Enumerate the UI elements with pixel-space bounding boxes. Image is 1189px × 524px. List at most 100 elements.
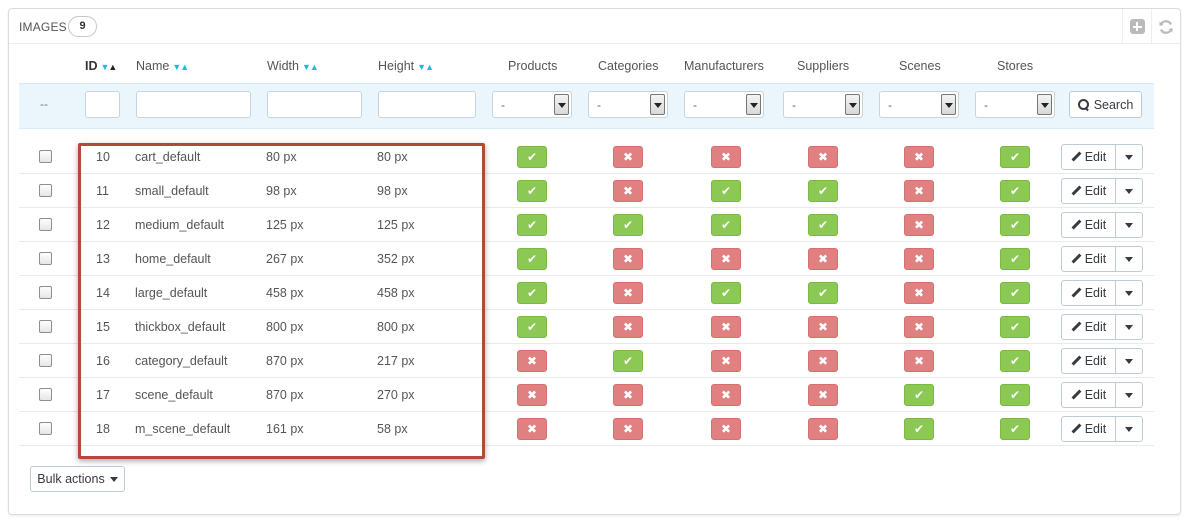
row-checkbox[interactable]	[39, 286, 52, 299]
status-scenes-toggle[interactable]: ✖	[904, 282, 934, 304]
row-actions-dropdown-button[interactable]	[1116, 213, 1142, 237]
status-products-toggle[interactable]: ✔	[517, 214, 547, 236]
status-manufacturers-toggle[interactable]: ✖	[711, 248, 741, 270]
status-categories-toggle[interactable]: ✖	[613, 248, 643, 270]
status-scenes-toggle[interactable]: ✔	[904, 384, 934, 406]
filter-width-input[interactable]	[267, 91, 362, 118]
row-checkbox[interactable]	[39, 218, 52, 231]
status-categories-toggle[interactable]: ✖	[613, 180, 643, 202]
filter-id-input[interactable]	[85, 91, 120, 118]
status-stores-toggle[interactable]: ✔	[1000, 146, 1030, 168]
status-scenes-toggle[interactable]: ✖	[904, 248, 934, 270]
status-manufacturers-toggle[interactable]: ✖	[711, 316, 741, 338]
filter-name-input[interactable]	[136, 91, 251, 118]
row-actions-dropdown-button[interactable]	[1116, 247, 1142, 271]
status-stores-toggle[interactable]: ✔	[1000, 418, 1030, 440]
status-suppliers-toggle[interactable]: ✔	[808, 180, 838, 202]
status-categories-toggle[interactable]: ✔	[613, 350, 643, 372]
filter-scenes-select[interactable]: -	[879, 91, 959, 118]
status-manufacturers-toggle[interactable]: ✖	[711, 384, 741, 406]
status-manufacturers-toggle[interactable]: ✔	[711, 180, 741, 202]
sort-desc-width-button[interactable]: ▼	[302, 62, 311, 72]
row-checkbox[interactable]	[39, 320, 52, 333]
edit-button[interactable]: Edit	[1062, 417, 1116, 441]
row-checkbox[interactable]	[39, 388, 52, 401]
status-products-toggle[interactable]: ✔	[517, 248, 547, 270]
refresh-button[interactable]	[1151, 9, 1180, 44]
status-categories-toggle[interactable]: ✖	[613, 146, 643, 168]
sort-asc-height-button[interactable]: ▲	[425, 62, 434, 72]
row-actions-dropdown-button[interactable]	[1116, 145, 1142, 169]
edit-button[interactable]: Edit	[1062, 383, 1116, 407]
filter-stores-select[interactable]: -	[975, 91, 1055, 118]
row-actions-dropdown-button[interactable]	[1116, 349, 1142, 373]
status-products-toggle[interactable]: ✔	[517, 282, 547, 304]
status-categories-toggle[interactable]: ✖	[613, 316, 643, 338]
status-products-toggle[interactable]: ✖	[517, 384, 547, 406]
status-categories-toggle[interactable]: ✔	[613, 214, 643, 236]
row-checkbox[interactable]	[39, 184, 52, 197]
sort-asc-name-button[interactable]: ▲	[180, 62, 189, 72]
row-checkbox[interactable]	[39, 354, 52, 367]
status-scenes-toggle[interactable]: ✔	[904, 418, 934, 440]
status-categories-toggle[interactable]: ✖	[613, 282, 643, 304]
row-checkbox[interactable]	[39, 252, 52, 265]
status-stores-toggle[interactable]: ✔	[1000, 282, 1030, 304]
status-suppliers-toggle[interactable]: ✔	[808, 214, 838, 236]
status-manufacturers-toggle[interactable]: ✔	[711, 282, 741, 304]
status-manufacturers-toggle[interactable]: ✔	[711, 214, 741, 236]
status-products-toggle[interactable]: ✔	[517, 180, 547, 202]
status-suppliers-toggle[interactable]: ✖	[808, 316, 838, 338]
status-manufacturers-toggle[interactable]: ✖	[711, 350, 741, 372]
filter-height-input[interactable]	[378, 91, 476, 118]
status-manufacturers-toggle[interactable]: ✖	[711, 146, 741, 168]
row-actions-dropdown-button[interactable]	[1116, 383, 1142, 407]
status-categories-toggle[interactable]: ✖	[613, 384, 643, 406]
filter-suppliers-select[interactable]: -	[783, 91, 863, 118]
edit-button[interactable]: Edit	[1062, 179, 1116, 203]
edit-button[interactable]: Edit	[1062, 349, 1116, 373]
add-new-button[interactable]	[1122, 9, 1151, 44]
row-checkbox[interactable]	[39, 422, 52, 435]
row-actions-dropdown-button[interactable]	[1116, 281, 1142, 305]
row-checkbox[interactable]	[39, 150, 52, 163]
edit-button[interactable]: Edit	[1062, 145, 1116, 169]
edit-button[interactable]: Edit	[1062, 281, 1116, 305]
status-stores-toggle[interactable]: ✔	[1000, 316, 1030, 338]
status-scenes-toggle[interactable]: ✖	[904, 146, 934, 168]
status-stores-toggle[interactable]: ✔	[1000, 248, 1030, 270]
status-categories-toggle[interactable]: ✖	[613, 418, 643, 440]
status-scenes-toggle[interactable]: ✖	[904, 316, 934, 338]
row-actions-dropdown-button[interactable]	[1116, 417, 1142, 441]
sort-asc-id-button[interactable]: ▲	[108, 62, 117, 72]
status-suppliers-toggle[interactable]: ✔	[808, 282, 838, 304]
filter-manufacturers-select[interactable]: -	[684, 91, 764, 118]
row-actions-dropdown-button[interactable]	[1116, 315, 1142, 339]
status-products-toggle[interactable]: ✔	[517, 146, 547, 168]
status-scenes-toggle[interactable]: ✖	[904, 350, 934, 372]
status-suppliers-toggle[interactable]: ✖	[808, 248, 838, 270]
status-stores-toggle[interactable]: ✔	[1000, 384, 1030, 406]
edit-button[interactable]: Edit	[1062, 213, 1116, 237]
search-button[interactable]: Search	[1069, 91, 1142, 118]
edit-button[interactable]: Edit	[1062, 247, 1116, 271]
status-scenes-toggle[interactable]: ✖	[904, 180, 934, 202]
status-manufacturers-toggle[interactable]: ✖	[711, 418, 741, 440]
status-products-toggle[interactable]: ✔	[517, 316, 547, 338]
filter-products-select[interactable]: -	[492, 91, 572, 118]
status-suppliers-toggle[interactable]: ✖	[808, 146, 838, 168]
status-products-toggle[interactable]: ✖	[517, 350, 547, 372]
status-scenes-toggle[interactable]: ✖	[904, 214, 934, 236]
status-stores-toggle[interactable]: ✔	[1000, 214, 1030, 236]
sort-asc-width-button[interactable]: ▲	[310, 62, 319, 72]
status-stores-toggle[interactable]: ✔	[1000, 350, 1030, 372]
edit-button[interactable]: Edit	[1062, 315, 1116, 339]
bulk-actions-button[interactable]: Bulk actions	[30, 466, 125, 492]
status-suppliers-toggle[interactable]: ✖	[808, 350, 838, 372]
status-suppliers-toggle[interactable]: ✖	[808, 418, 838, 440]
filter-categories-select[interactable]: -	[588, 91, 668, 118]
sort-desc-height-button[interactable]: ▼	[417, 62, 426, 72]
status-stores-toggle[interactable]: ✔	[1000, 180, 1030, 202]
status-suppliers-toggle[interactable]: ✖	[808, 384, 838, 406]
row-actions-dropdown-button[interactable]	[1116, 179, 1142, 203]
